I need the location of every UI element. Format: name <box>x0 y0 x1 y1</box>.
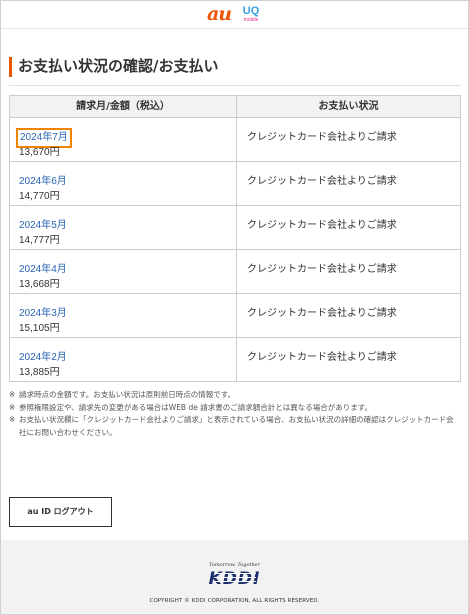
billing-amount: 13,668円 <box>19 279 60 290</box>
footer: Tomorrow, Together KDDI COPYRIGHT © KDDI… <box>1 540 468 614</box>
table-row: 2024年5月 14,777円 クレジットカード会社よりご請求 <box>10 206 460 250</box>
note-text: お支払い状況欄に「クレジットカード会社よりご請求」と表示されている場合、お支払い… <box>19 415 454 437</box>
payment-status-cell: クレジットカード会社よりご請求 <box>237 162 460 205</box>
billing-amount: 15,105円 <box>19 323 60 334</box>
billing-month-cell: 2024年7月 13,670円 <box>10 118 237 161</box>
table-row: 2024年2月 13,885円 クレジットカード会社よりご請求 <box>10 338 460 381</box>
payment-status-cell: クレジットカード会社よりご請求 <box>237 206 460 249</box>
note-item: ※ 請求時点の金額です。お支払い状況は原則前日時点の情報です。 <box>9 389 461 402</box>
table-row: 2024年4月 13,668円 クレジットカード会社よりご請求 <box>10 250 460 294</box>
billing-amount: 14,770円 <box>19 191 60 202</box>
note-item: ※ 参照権限設定や、請求先の変更がある場合はWEB de 請求書のご請求額合計とは… <box>9 402 461 415</box>
payment-status: クレジットカード会社よりご請求 <box>247 308 397 319</box>
payment-status-cell: クレジットカード会社よりご請求 <box>237 294 460 337</box>
au-logo[interactable]: au <box>207 3 232 25</box>
note-mark: ※ <box>9 402 16 412</box>
kddi-logo: KDDI <box>208 569 261 589</box>
copyright: COPYRIGHT © KDDI CORPORATION, ALL RIGHTS… <box>149 598 320 604</box>
payment-status: クレジットカード会社よりご請求 <box>247 220 397 231</box>
billing-month-link[interactable]: 2024年2月 <box>19 351 67 365</box>
kddi-logo-stripe <box>214 577 256 578</box>
billing-month-cell: 2024年2月 13,885円 <box>10 338 237 381</box>
kddi-logo-stripe <box>214 581 256 582</box>
billing-month-cell: 2024年5月 14,777円 <box>10 206 237 249</box>
kddi-logo-stripe <box>214 573 256 574</box>
kddi-tagline: Tomorrow, Together <box>208 562 261 568</box>
billing-month-cell: 2024年3月 15,105円 <box>10 294 237 337</box>
billing-table: 請求月/金額（税込） お支払い状況 2024年7月 13,670円 クレジットカード… <box>9 95 461 382</box>
table-header: 請求月/金額（税込） お支払い状況 <box>10 96 460 118</box>
title-accent-bar <box>9 57 12 77</box>
note-text: 参照権限設定や、請求先の変更がある場合はWEB de 請求書のご請求額合計とは異… <box>19 402 372 412</box>
billing-month-link[interactable]: 2024年7月 <box>16 128 72 148</box>
header-payment-status: お支払い状況 <box>318 101 379 112</box>
payment-status-cell: クレジットカード会社よりご請求 <box>237 338 460 381</box>
title-divider <box>9 85 461 86</box>
notes: ※ 請求時点の金額です。お支払い状況は原則前日時点の情報です。 ※ 参照権限設定や、請… <box>9 389 461 439</box>
note-mark: ※ <box>9 390 16 399</box>
header-billing-month: 請求月/金額（税込） <box>10 96 237 117</box>
note-mark: ※ <box>9 415 16 424</box>
uq-logo-subtext: mobile <box>243 17 259 23</box>
page-title: お支払い状況の確認/お支払い <box>18 57 219 75</box>
note-text: 請求時点の金額です。お支払い状況は原則前日時点の情報です。 <box>19 390 235 399</box>
payment-status: クレジットカード会社よりご請求 <box>247 132 397 143</box>
billing-month-link[interactable]: 2024年6月 <box>19 175 67 189</box>
billing-amount: 14,777円 <box>19 235 60 246</box>
table-row: 2024年6月 14,770円 クレジットカード会社よりご請求 <box>10 162 460 206</box>
note-item: ※ お支払い状況欄に「クレジットカード会社よりご請求」と表示されている場合、お支払… <box>9 414 461 439</box>
payment-status: クレジットカード会社よりご請求 <box>247 352 397 363</box>
table-row: 2024年3月 15,105円 クレジットカード会社よりご請求 <box>10 294 460 338</box>
uq-logo-text: UQ <box>242 5 260 17</box>
billing-amount: 13,670円 <box>19 147 60 158</box>
billing-month-link[interactable]: 2024年4月 <box>19 263 67 277</box>
payment-status: クレジットカード会社よりご請求 <box>247 264 397 275</box>
au-id-logout-button[interactable]: au ID ログアウト <box>9 497 112 527</box>
billing-month-cell: 2024年4月 13,668円 <box>10 250 237 293</box>
billing-month-cell: 2024年6月 14,770円 <box>10 162 237 205</box>
billing-month-link[interactable]: 2024年5月 <box>19 219 67 233</box>
header: au UQ mobile <box>1 1 468 29</box>
uq-mobile-logo[interactable]: UQ mobile <box>239 5 263 24</box>
table-row: 2024年7月 13,670円 クレジットカード会社よりご請求 <box>10 118 460 162</box>
payment-status-cell: クレジットカード会社よりご請求 <box>237 118 460 161</box>
billing-month-link[interactable]: 2024年3月 <box>19 307 67 321</box>
payment-status: クレジットカード会社よりご請求 <box>247 176 397 187</box>
payment-status-cell: クレジットカード会社よりご請求 <box>237 250 460 293</box>
billing-amount: 13,885円 <box>19 367 60 378</box>
